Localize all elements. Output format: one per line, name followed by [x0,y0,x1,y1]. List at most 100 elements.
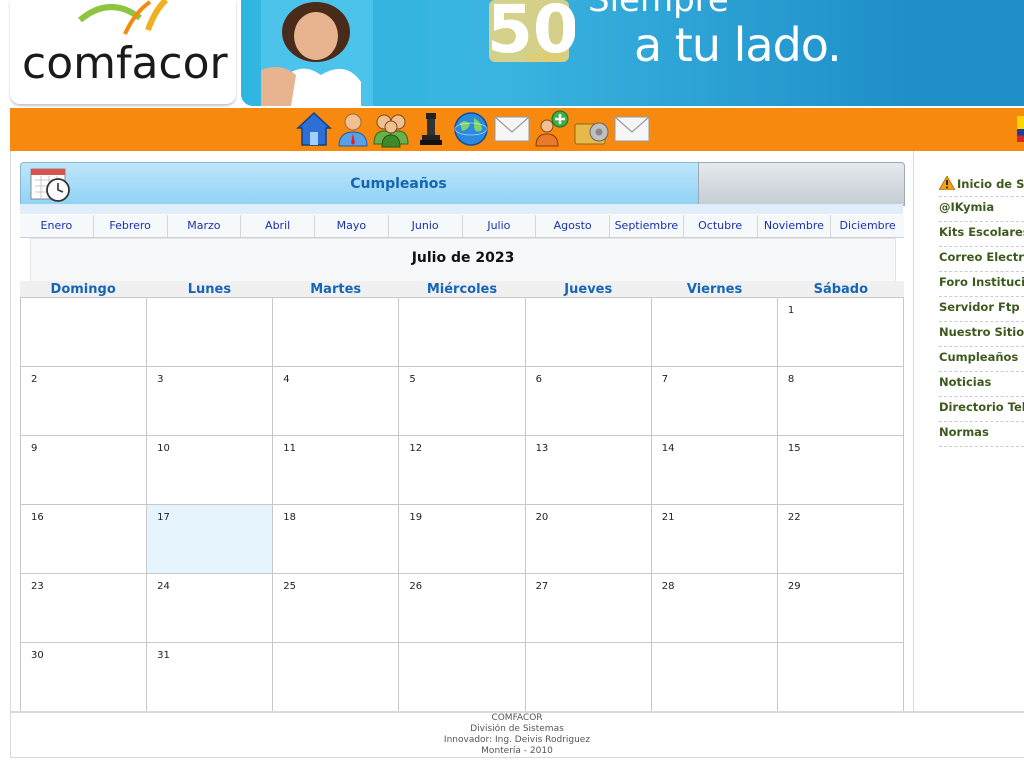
day-number: 28 [661,581,675,592]
day-cell[interactable]: 10 [147,436,274,505]
day-cell[interactable]: 21 [651,505,778,574]
weekday-label: Martes [310,282,362,297]
day-cell[interactable]: 27 [525,574,652,643]
sidebar-item-cumpleanos[interactable]: Cumpleaños [939,347,1024,372]
day-cell[interactable] [651,643,778,712]
day-number: 7 [661,374,669,385]
colombia-flag-icon [1017,116,1024,142]
sidebar-item-ftp[interactable]: Servidor Ftp [939,297,1024,322]
day-cell[interactable] [777,643,904,712]
day-cell[interactable]: 4 [273,367,400,436]
day-cell[interactable]: 22 [777,505,904,574]
day-cell[interactable]: 30 [21,643,148,712]
day-cell[interactable]: 5 [399,367,526,436]
day-cell[interactable] [273,298,400,367]
day-cell[interactable] [399,298,526,367]
day-cell[interactable] [21,298,148,367]
month-link-agosto[interactable]: Agosto [536,215,610,237]
day-cell[interactable]: 19 [399,505,526,574]
month-link-diciembre[interactable]: Diciembre [831,215,904,237]
day-cell[interactable]: 2 [21,367,148,436]
day-cell[interactable]: 23 [21,574,148,643]
month-link-marzo[interactable]: Marzo [168,215,242,237]
day-cell[interactable] [399,643,526,712]
month-title: Julio de 2023 [411,250,515,266]
day-cell[interactable]: 11 [273,436,400,505]
day-cell[interactable]: 16 [21,505,148,574]
weekday-label: Viernes [686,282,743,297]
day-cell[interactable]: 25 [273,574,400,643]
day-cell[interactable] [273,643,400,712]
anos-label: años [528,48,564,66]
day-cell[interactable]: 20 [525,505,652,574]
weekday-header: Domingo Lunes Martes Miércoles Jueves Vi… [20,281,904,298]
day-cell[interactable] [525,298,652,367]
globe-icon[interactable] [452,110,490,148]
day-number: 1 [787,305,795,316]
day-cell-today[interactable]: 17 [147,505,274,574]
day-cell[interactable]: 31 [147,643,274,712]
day-cell[interactable]: 15 [777,436,904,505]
sidebar-item-foro[interactable]: Foro Institucion [939,272,1024,297]
day-cell[interactable]: 14 [651,436,778,505]
sidebar-item-label: Inicio de Se [957,177,1024,191]
day-cell[interactable]: 28 [651,574,778,643]
month-link-febrero[interactable]: Febrero [94,215,168,237]
settings-icon[interactable] [573,110,611,148]
divider [10,151,11,757]
sidebar-item-ikymia[interactable]: @IKymia [939,197,1024,222]
mail-icon[interactable] [613,110,651,148]
logo-text: comfacor [22,38,228,89]
day-cell[interactable]: 13 [525,436,652,505]
day-cell[interactable]: 18 [273,505,400,574]
sidebar-item-sitio-web[interactable]: Nuestro Sitio W [939,322,1024,347]
day-cell[interactable]: 12 [399,436,526,505]
day-cell[interactable] [651,298,778,367]
day-cell[interactable]: 3 [147,367,274,436]
day-cell[interactable]: 29 [777,574,904,643]
month-link-septiembre[interactable]: Septiembre [610,215,684,237]
month-link-enero[interactable]: Enero [20,215,94,237]
day-number: 26 [409,581,423,592]
day-cell[interactable]: 26 [399,574,526,643]
calendar-strip [20,204,903,214]
month-link-mayo[interactable]: Mayo [315,215,389,237]
day-cell[interactable]: 1 [777,298,904,367]
sidebar-item-inicio[interactable]: Inicio de Se [939,172,1024,197]
day-cell[interactable]: 7 [651,367,778,436]
day-cell[interactable]: 24 [147,574,274,643]
day-number: 27 [535,581,549,592]
calendar-title: Cumpleaños [350,176,447,192]
chess-icon[interactable] [412,110,450,148]
day-cell[interactable]: 6 [525,367,652,436]
day-number: 22 [787,512,801,523]
sidebar-item-noticias[interactable]: Noticias [939,372,1024,397]
day-number: 21 [661,512,675,523]
weekday-label: Sábado [813,282,869,297]
day-cell[interactable] [147,298,274,367]
footer-line: Montería - 2010 [481,746,553,756]
home-icon[interactable] [295,110,333,148]
user-icon[interactable] [334,110,372,148]
month-link-junio[interactable]: Junio [389,215,463,237]
day-number: 17 [157,512,170,523]
month-nav: Enero Febrero Marzo Abril Mayo Junio Jul… [20,215,904,238]
slogan-line-1: Siempre [588,0,729,20]
sidebar-item-directorio[interactable]: Directorio Telef [939,397,1024,422]
day-cell[interactable]: 9 [21,436,148,505]
add-user-icon[interactable] [533,110,571,148]
month-link-julio[interactable]: Julio [463,215,537,237]
month-link-noviembre[interactable]: Noviembre [758,215,832,237]
mail-icon[interactable] [493,110,531,148]
sidebar-item-correo[interactable]: Correo Electrón [939,247,1024,272]
sidebar-item-normas[interactable]: Normas [939,422,1024,447]
footer: COMFACOR División de Sistemas Innovador:… [10,713,1024,757]
day-cell[interactable] [525,643,652,712]
group-icon[interactable] [372,110,410,148]
day-number: 12 [409,443,423,454]
month-link-octubre[interactable]: Octubre [684,215,758,237]
day-cell[interactable]: 8 [777,367,904,436]
day-number: 10 [157,443,170,454]
month-link-abril[interactable]: Abril [241,215,315,237]
sidebar-item-kits-escolares[interactable]: Kits Escolares [939,222,1024,247]
